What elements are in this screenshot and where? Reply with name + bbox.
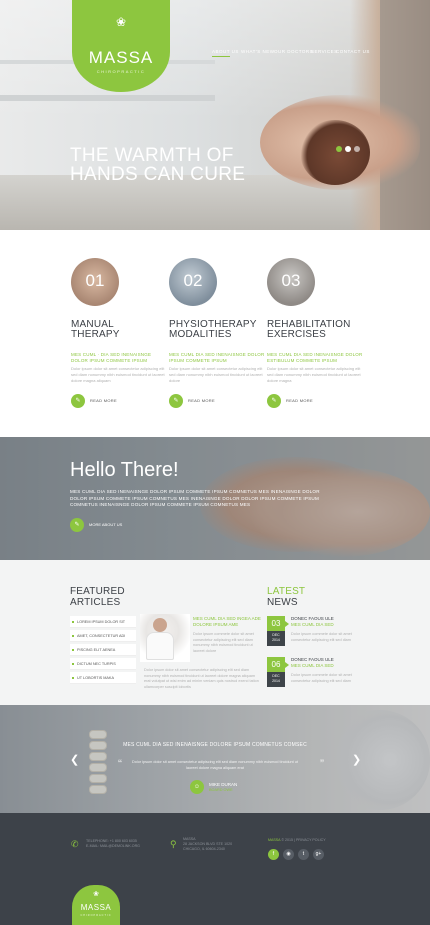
- read-more-link[interactable]: READ MORE: [188, 398, 215, 403]
- read-more-button[interactable]: ✎: [169, 394, 183, 408]
- featured-list-item[interactable]: AMET, CONSECTETUR ADI: [70, 630, 136, 642]
- service-title: MANUAL THERAPY: [71, 319, 120, 340]
- nav-whats-new[interactable]: WHAT'S NEW: [241, 49, 275, 54]
- google-plus-icon[interactable]: g+: [313, 849, 324, 860]
- read-more-link[interactable]: READ MORE: [90, 398, 117, 403]
- banner-title: Hello There!: [70, 459, 179, 481]
- hero-shelf: [0, 95, 215, 101]
- footer: ✆ TELEPHONE: +1 800 603 6035 E-MAIL: MAIL…: [0, 813, 430, 925]
- read-more-button[interactable]: ✎: [71, 394, 85, 408]
- user-icon: ☺: [190, 780, 204, 794]
- quote-close-icon: ”: [320, 757, 324, 771]
- lotus-icon: ❀: [93, 891, 99, 898]
- chevron-right-icon[interactable]: ❯: [352, 753, 361, 766]
- nav-active-indicator: [212, 56, 230, 57]
- service-description: Dolor ipsum dolor sit amet consectetur a…: [267, 366, 361, 383]
- service-subtitle: MES CUML DIA SED INENAISNGE DOLOR ESTIBU…: [267, 352, 363, 363]
- services-section: 01 MANUAL THERAPY MES CUML · DIA SED INEN…: [0, 230, 430, 437]
- service-number: 01: [85, 271, 105, 290]
- news-item-text: Dolor ipsum commete dolor sit amet conse…: [291, 632, 352, 642]
- service-image: 02: [169, 258, 217, 306]
- more-about-us-link[interactable]: MORE ABOUT US: [89, 522, 122, 527]
- news-day: 06: [267, 657, 285, 672]
- featured-image-doctor: [146, 632, 174, 660]
- quote-open-icon: “: [118, 757, 122, 771]
- footer-contact: TELEPHONE: +1 800 603 6035 E-MAIL: MAIL@D…: [86, 839, 140, 848]
- service-description: Dolor ipsum dolor sit amet consectetur a…: [169, 366, 263, 383]
- read-more-button[interactable]: ✎: [267, 394, 281, 408]
- news-item-title[interactable]: DONEC FAOUS ULE MES CUML DIA SED: [291, 616, 366, 628]
- hero-title-line2: HANDS CAN CURE: [70, 164, 246, 185]
- service-image: 03: [267, 258, 315, 306]
- slider-dot-2[interactable]: [345, 146, 351, 152]
- banner-text: MES CUML DIA SED INENAISNGE DOLOR IPSUM …: [70, 489, 320, 507]
- footer-logo-tagline: CHIROPRACTIC: [80, 914, 112, 917]
- featured-list-item[interactable]: DICTUM NEC TURPIS: [70, 658, 136, 670]
- featured-image-doctor-head: [153, 618, 167, 632]
- service-number: 03: [281, 271, 301, 290]
- nav-our-doctors[interactable]: OUR DOCTORS: [274, 49, 313, 54]
- featured-title: FEATURED ARTICLES: [70, 586, 125, 608]
- testimonial-author: MIKE DURAN: [209, 782, 238, 787]
- featured-list-item[interactable]: UT LOBORTIS MAKA: [70, 672, 136, 684]
- chevron-left-icon[interactable]: ❮: [70, 753, 79, 766]
- facebook-icon[interactable]: f: [268, 849, 279, 860]
- news-date: 03 DEC 2014: [267, 616, 289, 646]
- featured-list-item[interactable]: PISCING ELIT AENEA: [70, 644, 136, 656]
- news-date-pointer: [285, 621, 289, 627]
- testimonial-overlay: [0, 705, 430, 813]
- featured-article-text: Dolor ipsum commete dolor sit amet conse…: [193, 632, 254, 653]
- hero-patient-hair: [300, 120, 370, 185]
- testimonial-role: BOARD OWE: [209, 788, 233, 792]
- hero-slider: ABOUT US WHAT'S NEW OUR DOCTORS SERVICES…: [0, 0, 430, 230]
- logo-tagline: CHIROPRACTIC: [96, 69, 146, 74]
- slider-dot-1[interactable]: [336, 146, 342, 152]
- location-pin-icon: ⚲: [170, 839, 177, 849]
- service-number: 02: [183, 271, 203, 290]
- featured-article-title[interactable]: MES CUML DIA SED INGEA ADE DOLORE IPSUM …: [193, 616, 263, 628]
- about-banner: Hello There! MES CUML DIA SED INENAISNGE…: [0, 437, 430, 560]
- news-day: 03: [267, 616, 285, 631]
- logo-title: MASSA: [88, 48, 154, 67]
- read-more-link[interactable]: READ MORE: [286, 398, 313, 403]
- footer-logo[interactable]: ❀ MASSA CHIROPRACTIC: [72, 885, 120, 925]
- footer-address: MASSA 28 JACKSON BLVD STE 1020 CHICAGO, IL…: [183, 837, 233, 851]
- testimonial-title: MES CUML DIA SED INENAISNGE DOLORE IPSUM…: [123, 742, 307, 748]
- logo[interactable]: ❀ MASSA CHIROPRACTIC: [72, 0, 170, 92]
- twitter-icon[interactable]: t: [298, 849, 309, 860]
- news-month: DEC 2014: [267, 631, 285, 646]
- more-about-us-button[interactable]: ✎: [70, 518, 84, 532]
- service-title: REHABILITATION EXERCISES: [267, 319, 351, 340]
- news-item-title[interactable]: DONEC FAOUS ULE MES CUML DIA SED: [291, 657, 366, 669]
- nav-about-us[interactable]: ABOUT US: [212, 49, 239, 54]
- service-subtitle: MES CUML · DIA SED INENAISNGE DOLOR IPSU…: [71, 352, 152, 363]
- news-date: 06 DEC 2014: [267, 657, 289, 687]
- footer-copyright: MASSA © 2015 | PRIVACY POLICY: [268, 838, 326, 842]
- service-subtitle: MES CUML DIA SED INENAISNGE DOLOR IPSUM …: [169, 352, 265, 363]
- featured-list-item[interactable]: LOREM IPSUM DOLOR SIT: [70, 616, 136, 628]
- hero-title-line1: THE WARMTH OF: [70, 145, 234, 166]
- nav-contact-us[interactable]: CONTACT US: [336, 49, 370, 54]
- news-date-pointer: [285, 662, 289, 668]
- testimonial-slider: ❮ ❯ “ ” MES CUML DIA SED INENAISNGE DOLO…: [0, 705, 430, 813]
- news-title: LATEST NEWS: [267, 586, 306, 608]
- nav-services[interactable]: SERVICES: [311, 49, 338, 54]
- service-image: 01: [71, 258, 119, 306]
- slider-dot-3[interactable]: [354, 146, 360, 152]
- featured-article-text-more: Dolor ipsum dolor sit amet consectetur a…: [144, 668, 259, 689]
- news-item-text: Dolor ipsum commete dolor sit amet conse…: [291, 673, 352, 683]
- footer-logo-title: MASSA: [80, 903, 112, 912]
- phone-icon: ✆: [71, 839, 79, 849]
- service-description: Dolor ipsum dolor sit amet consectetur a…: [71, 366, 165, 383]
- lotus-icon: ❀: [115, 15, 127, 29]
- service-title: PHYSIOTHERAPY MODALITIES: [169, 319, 257, 340]
- news-month: DEC 2014: [267, 672, 285, 687]
- rss-icon[interactable]: ◉: [283, 849, 294, 860]
- testimonial-text: Dolor ipsum dolor sit amet consectetur a…: [132, 760, 298, 770]
